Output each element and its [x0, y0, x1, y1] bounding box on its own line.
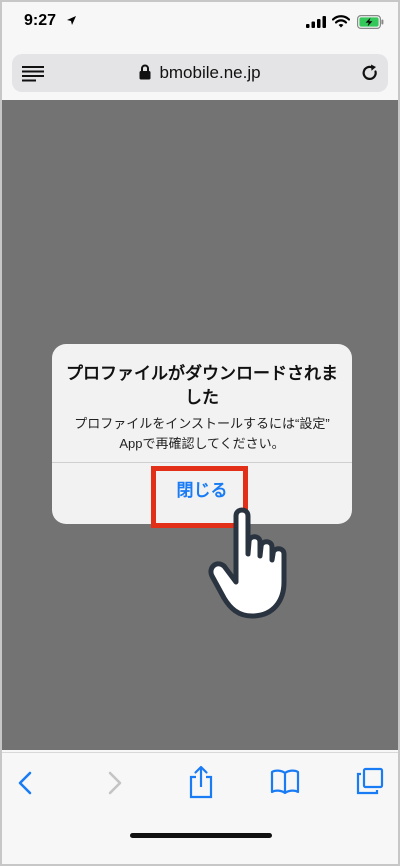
pointing-hand-icon	[208, 507, 287, 619]
status-bar: 9:27	[2, 2, 398, 46]
domain-text: bmobile.ne.jp	[159, 63, 261, 82]
url-field[interactable]: bmobile.ne.jp	[12, 63, 388, 83]
forward-icon[interactable]	[102, 769, 126, 797]
reload-icon[interactable]	[360, 63, 380, 83]
bottom-toolbar	[2, 752, 398, 864]
alert-message: プロファイルをインストールするには“設定” Appで再確認してください。	[74, 416, 330, 451]
share-icon[interactable]	[188, 765, 214, 799]
home-indicator	[130, 833, 272, 838]
battery-charging-icon	[357, 15, 384, 29]
address-bar[interactable]: bmobile.ne.jp	[12, 54, 388, 92]
tabs-icon[interactable]	[356, 767, 384, 795]
alert-title: プロファイルがダウンロードされました	[66, 364, 338, 407]
signal-bars-icon	[306, 16, 326, 28]
phone-screen: 9:27 bmobile.ne.jp プロファイルがダウンロードされました プロ…	[0, 0, 400, 866]
bookmarks-icon[interactable]	[270, 769, 300, 795]
location-arrow-icon	[67, 16, 76, 25]
wifi-icon	[332, 15, 350, 28]
back-icon[interactable]	[14, 769, 38, 797]
lock-icon	[139, 64, 151, 80]
status-time: 9:27	[24, 12, 57, 29]
